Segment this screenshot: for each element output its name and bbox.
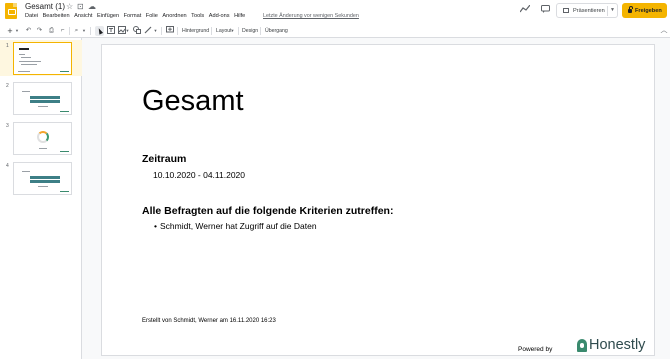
menu-insert[interactable]: Einfügen bbox=[97, 13, 119, 20]
slide-title[interactable]: Gesamt bbox=[142, 84, 244, 118]
gauge-preview bbox=[37, 131, 49, 143]
current-slide[interactable]: Gesamt Zeitraum 10.10.2020 - 04.11.2020 … bbox=[102, 45, 654, 355]
share-button[interactable]: Freigeben bbox=[622, 3, 667, 18]
chevron-down-icon[interactable]: ▼ bbox=[230, 26, 235, 36]
menu-format[interactable]: Format bbox=[124, 13, 142, 20]
transition-button[interactable]: Übergang bbox=[265, 27, 288, 35]
paint-format-icon[interactable]: ⌐ bbox=[58, 26, 67, 36]
toolbar-divider bbox=[90, 27, 91, 35]
criteria-bullet: • bbox=[154, 221, 157, 231]
menu-slide[interactable]: Folie bbox=[146, 13, 158, 20]
present-label: Präsentieren bbox=[573, 7, 605, 14]
chevron-down-icon[interactable]: ▼ bbox=[14, 26, 20, 36]
slide-preview bbox=[13, 122, 72, 155]
slide-number: 4 bbox=[6, 163, 9, 169]
honestly-logo-icon bbox=[577, 338, 587, 352]
toolbar-divider bbox=[211, 27, 212, 35]
chevron-down-icon[interactable]: ▼ bbox=[610, 7, 615, 13]
menu-addons[interactable]: Add-ons bbox=[209, 13, 230, 20]
shape-icon[interactable] bbox=[132, 26, 141, 36]
collapse-toolbar-icon[interactable]: ︿ bbox=[660, 26, 668, 36]
slide-canvas: Gesamt Zeitraum 10.10.2020 - 04.11.2020 … bbox=[83, 38, 670, 359]
new-slide-icon[interactable]: + bbox=[6, 26, 14, 36]
menu-edit[interactable]: Bearbeiten bbox=[43, 13, 70, 20]
slide-thumbnail-4[interactable]: 4 bbox=[0, 160, 82, 196]
menu-bar: Datei Bearbeiten Ansicht Einfügen Format… bbox=[25, 13, 245, 20]
text-box-icon[interactable] bbox=[106, 26, 115, 36]
menu-arrange[interactable]: Anordnen bbox=[162, 13, 186, 20]
toolbar-divider bbox=[238, 27, 239, 35]
chevron-down-icon[interactable]: ▼ bbox=[81, 26, 87, 36]
period-value[interactable]: 10.10.2020 - 04.11.2020 bbox=[153, 170, 245, 181]
slide-filmstrip: 1 2 3 4 bbox=[0, 38, 82, 359]
add-comment-icon[interactable] bbox=[165, 26, 174, 36]
slide-number: 2 bbox=[6, 83, 9, 89]
slide-number: 1 bbox=[6, 43, 9, 49]
line-icon[interactable] bbox=[143, 26, 152, 36]
toolbar-divider bbox=[260, 27, 261, 35]
activity-trend-icon[interactable] bbox=[519, 4, 531, 15]
slide-thumbnail-2[interactable]: 2 bbox=[0, 80, 82, 116]
chevron-down-icon[interactable]: ▼ bbox=[125, 26, 130, 36]
toolbar-divider bbox=[177, 27, 178, 35]
background-button[interactable]: Hintergrund bbox=[182, 27, 209, 35]
toolbar-divider bbox=[161, 27, 162, 35]
redo-icon[interactable]: ↷ bbox=[35, 26, 44, 36]
menu-file[interactable]: Datei bbox=[25, 13, 38, 20]
powered-by-label: Powered by bbox=[518, 346, 553, 353]
zoom-icon[interactable]: ⌕ bbox=[72, 26, 81, 36]
slides-logo-icon[interactable] bbox=[5, 3, 17, 19]
menu-help[interactable]: Hilfe bbox=[234, 13, 245, 20]
move-folder-icon[interactable]: ⊡ bbox=[77, 2, 84, 11]
undo-icon[interactable]: ↶ bbox=[24, 26, 33, 36]
menu-tools[interactable]: Tools bbox=[191, 13, 204, 20]
slide-number: 3 bbox=[6, 123, 9, 129]
toolbar-divider bbox=[69, 27, 70, 35]
honestly-wordmark: Honestly bbox=[589, 337, 646, 353]
present-button[interactable]: Präsentieren ▼ bbox=[556, 3, 618, 18]
comment-history-icon[interactable] bbox=[539, 5, 551, 15]
slides-app: Gesamt (1) ☆ ⊡ ☁ Datei Bearbeiten Ansich… bbox=[0, 0, 670, 359]
app-header: Gesamt (1) ☆ ⊡ ☁ Datei Bearbeiten Ansich… bbox=[0, 0, 670, 24]
honestly-logo: Honestly bbox=[577, 337, 645, 353]
slide-thumbnail-3[interactable]: 3 bbox=[0, 120, 82, 156]
present-icon bbox=[563, 8, 569, 13]
design-button[interactable]: Design bbox=[242, 27, 258, 35]
present-divider bbox=[607, 6, 608, 16]
lock-icon bbox=[628, 6, 633, 13]
toolbar: + ▼ ↶ ↷ ⎙ ⌐ ⌕ ▼ ▼ ▼ Hintergrund Layout ▼… bbox=[0, 24, 670, 38]
slide-thumbnail-1[interactable]: 1 bbox=[0, 40, 82, 76]
criteria-item[interactable]: Schmidt, Werner hat Zugriff auf die Date… bbox=[160, 221, 317, 232]
cloud-status-icon[interactable]: ☁ bbox=[88, 2, 96, 11]
slide-preview bbox=[13, 162, 72, 195]
menu-view[interactable]: Ansicht bbox=[74, 13, 92, 20]
slide-preview bbox=[13, 82, 72, 115]
last-edit-link[interactable]: Letzte Änderung vor wenigen Sekunden bbox=[263, 13, 359, 20]
print-icon[interactable]: ⎙ bbox=[47, 26, 56, 36]
star-icon[interactable]: ☆ bbox=[66, 2, 73, 11]
share-label: Freigeben bbox=[635, 7, 662, 14]
period-heading[interactable]: Zeitraum bbox=[142, 153, 186, 166]
created-by-footer[interactable]: Erstellt von Schmidt, Werner am 16.11.20… bbox=[142, 317, 276, 325]
document-title[interactable]: Gesamt (1) bbox=[25, 2, 65, 11]
criteria-heading[interactable]: Alle Befragten auf die folgende Kriterie… bbox=[142, 205, 393, 218]
slide-preview bbox=[13, 42, 72, 75]
chevron-down-icon[interactable]: ▼ bbox=[153, 26, 158, 36]
